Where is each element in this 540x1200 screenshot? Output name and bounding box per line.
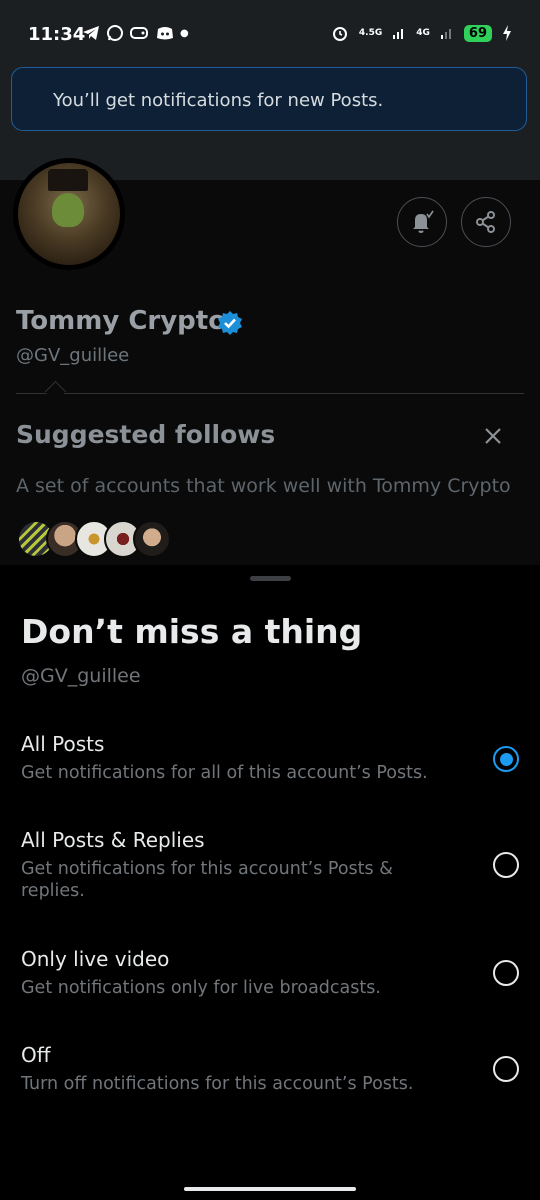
telegram-icon xyxy=(83,26,99,40)
sheet-drag-handle[interactable] xyxy=(250,576,291,581)
radio-all-posts[interactable] xyxy=(493,746,519,772)
option-title: Off xyxy=(21,1043,51,1067)
dot-icon: ● xyxy=(180,27,189,39)
suggested-follows-subtitle: A set of accounts that work well with To… xyxy=(16,475,511,497)
network-label-1: 4.5G xyxy=(358,28,383,38)
option-off[interactable]: Off Turn off notifications for this acco… xyxy=(0,1043,540,1103)
suggested-follows-title: Suggested follows xyxy=(16,420,276,449)
sheet-title: Don’t miss a thing xyxy=(21,612,363,651)
home-indicator[interactable] xyxy=(184,1187,356,1191)
option-all-posts-replies[interactable]: All Posts & Replies Get notifications fo… xyxy=(0,828,540,908)
discord-icon xyxy=(157,27,173,40)
profile-handle: @GV_guillee xyxy=(16,345,130,366)
radio-off[interactable] xyxy=(493,1056,519,1082)
signal-icon xyxy=(393,29,404,39)
share-button[interactable] xyxy=(461,197,511,247)
option-title: All Posts & Replies xyxy=(21,828,205,852)
suggested-avatar xyxy=(133,520,171,558)
sheet-handle: @GV_guillee xyxy=(21,665,141,687)
charging-icon xyxy=(503,25,511,41)
toast-text: You’ll get notifications for new Posts. xyxy=(53,90,384,111)
whatsapp-icon xyxy=(107,25,123,41)
verified-badge-icon xyxy=(218,311,242,335)
notification-bell-button[interactable] xyxy=(397,197,447,247)
battery-indicator: 69 xyxy=(463,24,492,42)
close-icon[interactable] xyxy=(481,424,505,448)
system-status: 4.5G 4G 69 xyxy=(331,24,512,42)
option-all-posts[interactable]: All Posts Get notifications for all of t… xyxy=(0,732,540,792)
notification-icons: ● xyxy=(82,24,189,42)
option-description: Get notifications for all of this accoun… xyxy=(21,763,428,783)
suggested-avatars[interactable] xyxy=(17,520,177,560)
option-title: Only live video xyxy=(21,947,170,971)
divider xyxy=(16,393,524,394)
signal-icon-2 xyxy=(440,29,451,39)
avatar-image xyxy=(18,163,120,265)
profile-avatar[interactable] xyxy=(13,158,125,270)
radio-all-posts-replies[interactable] xyxy=(493,852,519,878)
share-icon xyxy=(476,211,495,233)
profile-name: Tommy Crypto xyxy=(16,306,227,336)
notification-toast: You’ll get notifications for new Posts. xyxy=(11,67,527,131)
notification-settings-sheet: Don’t miss a thing @GV_guillee All Posts… xyxy=(0,565,540,1200)
option-only-live-video[interactable]: Only live video Get notifications only f… xyxy=(0,947,540,1007)
radio-only-live-video[interactable] xyxy=(493,960,519,986)
option-description: Get notifications for this account’s Pos… xyxy=(21,859,393,901)
option-title: All Posts xyxy=(21,732,105,756)
game-controller-icon xyxy=(130,27,148,39)
bell-check-icon xyxy=(413,210,434,233)
alarm-icon xyxy=(332,27,347,41)
option-description: Turn off notifications for this account’… xyxy=(21,1074,414,1094)
network-label-2: 4G xyxy=(416,28,430,38)
option-description: Get notifications only for live broadcas… xyxy=(21,978,381,998)
status-time: 11:34 xyxy=(28,24,86,45)
status-bar: 11:34 ● 4.5G 4G 69 xyxy=(0,0,540,68)
